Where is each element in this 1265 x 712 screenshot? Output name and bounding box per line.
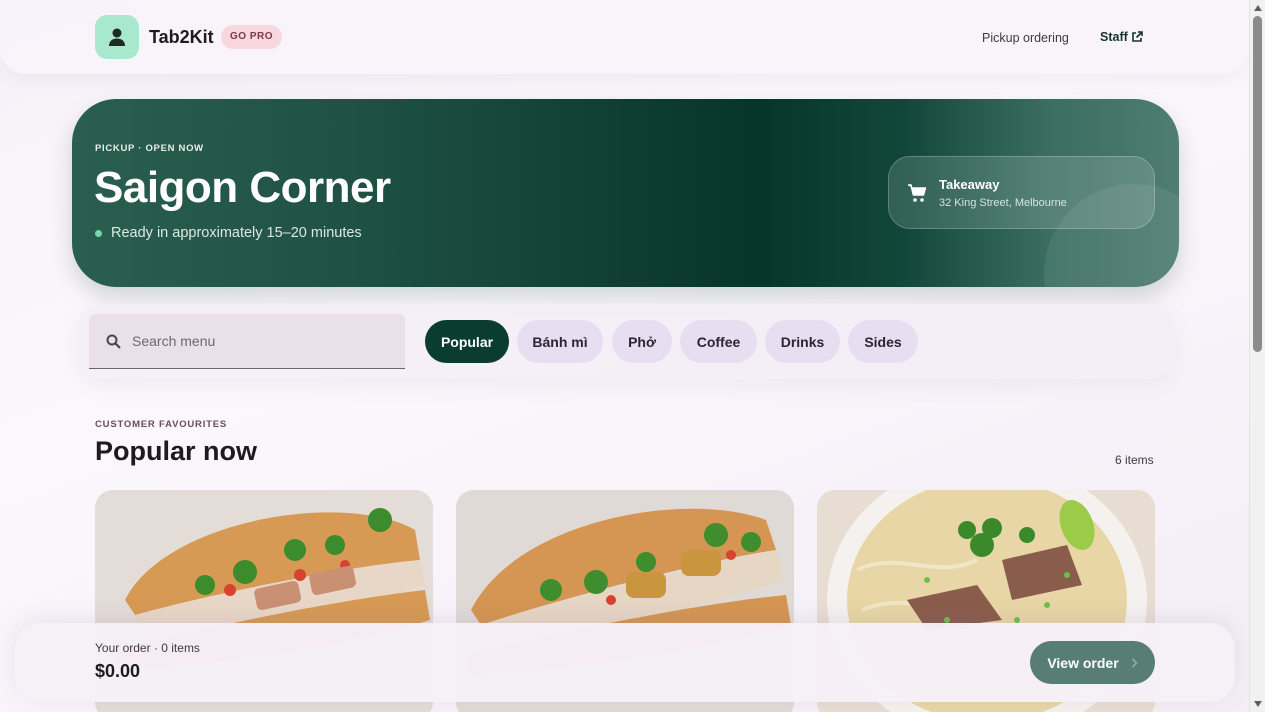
- search-icon: [106, 334, 121, 349]
- search-input[interactable]: [132, 314, 392, 367]
- takeaway-address: 32 King Street, Melbourne: [939, 197, 1067, 209]
- logo[interactable]: [95, 15, 139, 59]
- category-chip-banh-mi[interactable]: Bánh mì: [517, 320, 603, 363]
- search-field[interactable]: [89, 314, 405, 369]
- nav-staff-link[interactable]: Staff: [1100, 30, 1143, 44]
- external-link-icon: [1131, 31, 1143, 42]
- category-chip-popular[interactable]: Popular: [425, 320, 509, 363]
- top-header: Tab2Kit GO PRO Pickup ordering Staff: [0, 0, 1249, 74]
- nav-pickup-ordering[interactable]: Pickup ordering: [982, 31, 1069, 45]
- category-chip-pho[interactable]: Phở: [612, 320, 672, 363]
- scroll-thumb[interactable]: [1253, 16, 1262, 352]
- scroll-down-arrow-icon[interactable]: [1254, 701, 1262, 707]
- category-chip-sides[interactable]: Sides: [848, 320, 918, 363]
- section-title: Popular now: [95, 436, 257, 466]
- hero-kicker: PICKUP · OPEN NOW: [95, 143, 204, 154]
- cart-icon: [908, 184, 927, 202]
- scroll-up-arrow-icon[interactable]: [1254, 5, 1262, 11]
- status-dot: [95, 229, 102, 237]
- page-scrollbar[interactable]: [1249, 0, 1265, 712]
- category-chip-coffee[interactable]: Coffee: [680, 320, 757, 363]
- view-order-label: View order: [1047, 654, 1119, 671]
- order-label: Your order · 0 items: [95, 641, 200, 655]
- ready-time-text: Ready in approximately 15–20 minutes: [111, 225, 362, 241]
- takeaway-title: Takeaway: [939, 177, 1000, 192]
- chevron-right-icon: [1131, 657, 1138, 668]
- restaurant-hero: PICKUP · OPEN NOW Saigon Corner Ready in…: [72, 99, 1179, 287]
- order-summary-bar: Your order · 0 items $0.00 View order: [15, 623, 1235, 702]
- go-pro-badge[interactable]: GO PRO: [221, 25, 283, 49]
- section-kicker: CUSTOMER FAVOURITES: [95, 419, 228, 430]
- order-total: $0.00: [95, 661, 141, 681]
- menu-filter-bar: Popular Bánh mì Phở Coffee Drinks Sides: [76, 304, 1176, 379]
- takeaway-card[interactable]: Takeaway 32 King Street, Melbourne: [888, 156, 1155, 229]
- brand-name[interactable]: Tab2Kit: [149, 27, 214, 48]
- nav-staff-label: Staff: [1100, 30, 1128, 44]
- user-icon: [109, 28, 125, 46]
- view-order-button[interactable]: View order: [1030, 641, 1155, 684]
- page: Tab2Kit GO PRO Pickup ordering Staff PIC…: [0, 0, 1249, 712]
- item-count: 6 items: [1115, 453, 1154, 467]
- restaurant-name: Saigon Corner: [94, 163, 391, 212]
- category-chip-drinks[interactable]: Drinks: [765, 320, 840, 363]
- ready-time: Ready in approximately 15–20 minutes: [95, 225, 362, 241]
